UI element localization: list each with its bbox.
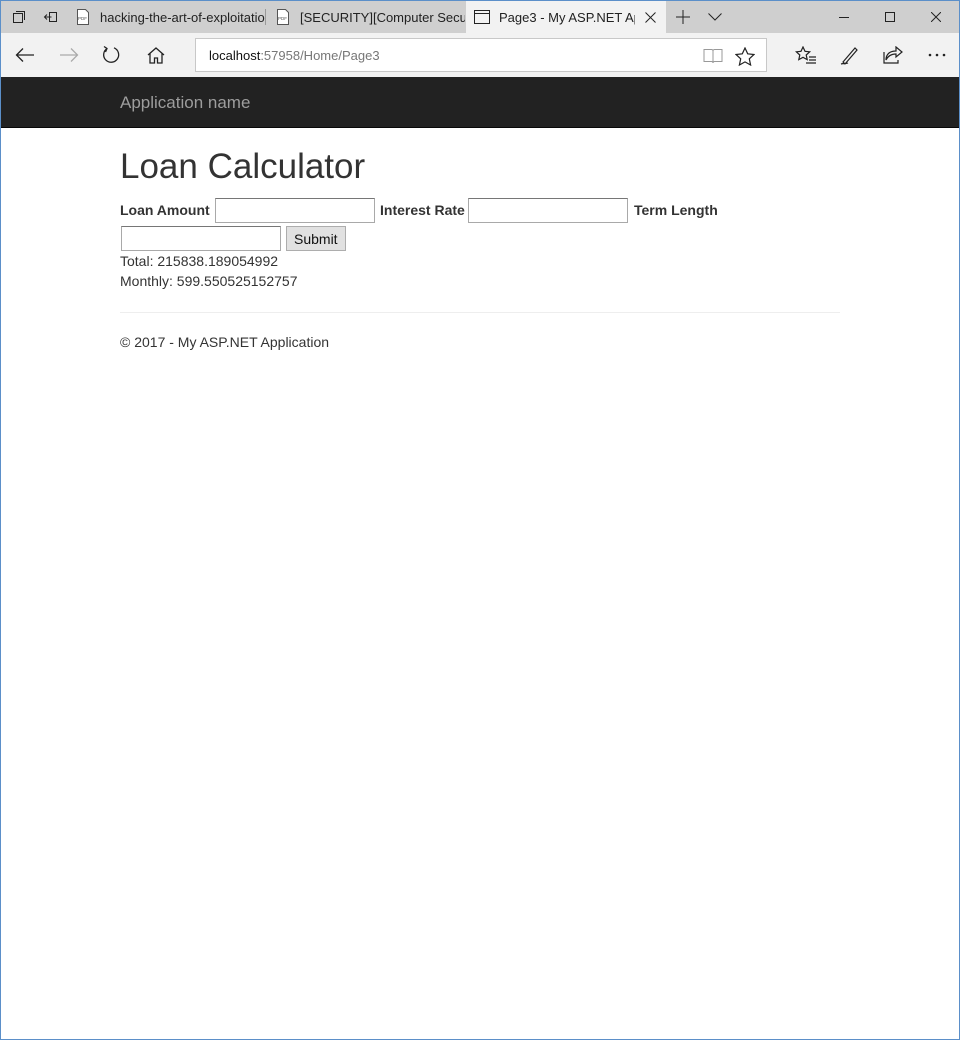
favorites-hub-icon[interactable] xyxy=(784,33,828,77)
total-result: Total: 215838.189054992 xyxy=(120,253,279,269)
favorite-star-icon[interactable] xyxy=(734,45,756,67)
chevron-down-icon[interactable] xyxy=(699,1,731,33)
interest-rate-label: Interest Rate xyxy=(380,202,465,218)
interest-rate-input[interactable] xyxy=(468,198,628,223)
close-tab-icon[interactable] xyxy=(642,9,658,25)
minimize-icon[interactable] xyxy=(821,1,867,33)
close-window-icon[interactable] xyxy=(913,1,959,33)
divider xyxy=(120,312,840,313)
maximize-icon[interactable] xyxy=(867,1,913,33)
loan-amount-input[interactable] xyxy=(215,198,375,223)
svg-text:PDF: PDF xyxy=(78,16,87,21)
term-length-label: Term Length xyxy=(634,202,718,218)
page-title: Loan Calculator xyxy=(120,147,366,186)
tab-preview-icon[interactable] xyxy=(3,1,35,33)
refresh-icon[interactable] xyxy=(89,33,133,77)
tab-label: [SECURITY][Computer Security xyxy=(300,9,465,25)
svg-text:PDF: PDF xyxy=(278,16,287,21)
browser-window: PDF hacking-the-art-of-exploitation PDF … xyxy=(0,0,960,1040)
navigation-bar: localhost:57958/Home/Page3 xyxy=(1,33,959,77)
tab-label: hacking-the-art-of-exploitation xyxy=(100,9,265,25)
url-host: localhost xyxy=(209,48,261,63)
tab-hacking-pdf[interactable]: PDF hacking-the-art-of-exploitation xyxy=(67,1,265,33)
address-bar[interactable]: localhost:57958/Home/Page3 xyxy=(195,38,767,72)
pdf-icon: PDF xyxy=(75,9,91,25)
pdf-icon: PDF xyxy=(275,9,291,25)
tab-separator xyxy=(265,9,266,25)
tab-label: Page3 - My ASP.NET Application xyxy=(499,9,635,25)
share-icon[interactable] xyxy=(871,33,915,77)
loan-amount-label: Loan Amount xyxy=(120,202,210,218)
monthly-result: Monthly: 599.550525152757 xyxy=(120,273,298,289)
back-arrow-icon[interactable] xyxy=(3,33,47,77)
url-text[interactable]: localhost:57958/Home/Page3 xyxy=(209,48,380,63)
url-path: :57958/Home/Page3 xyxy=(260,48,380,63)
more-options-icon[interactable] xyxy=(915,33,959,77)
tab-security-pdf[interactable]: PDF [SECURITY][Computer Security xyxy=(267,1,465,33)
submit-button[interactable]: Submit xyxy=(286,226,346,251)
reading-view-icon[interactable] xyxy=(702,45,724,67)
brand-link[interactable]: Application name xyxy=(120,93,250,113)
tab-page3[interactable]: Page3 - My ASP.NET Application xyxy=(466,1,666,33)
term-length-input[interactable] xyxy=(121,226,281,251)
tab-bar: PDF hacking-the-art-of-exploitation PDF … xyxy=(1,1,959,33)
page-icon xyxy=(474,9,490,25)
forward-arrow-icon[interactable] xyxy=(47,33,91,77)
app-navbar: Application name xyxy=(1,77,959,128)
footer-copyright: © 2017 - My ASP.NET Application xyxy=(120,334,330,350)
new-tab-icon[interactable] xyxy=(667,1,699,33)
home-icon[interactable] xyxy=(134,33,178,77)
set-aside-tabs-icon[interactable] xyxy=(35,1,67,33)
web-note-pen-icon[interactable] xyxy=(828,33,872,77)
